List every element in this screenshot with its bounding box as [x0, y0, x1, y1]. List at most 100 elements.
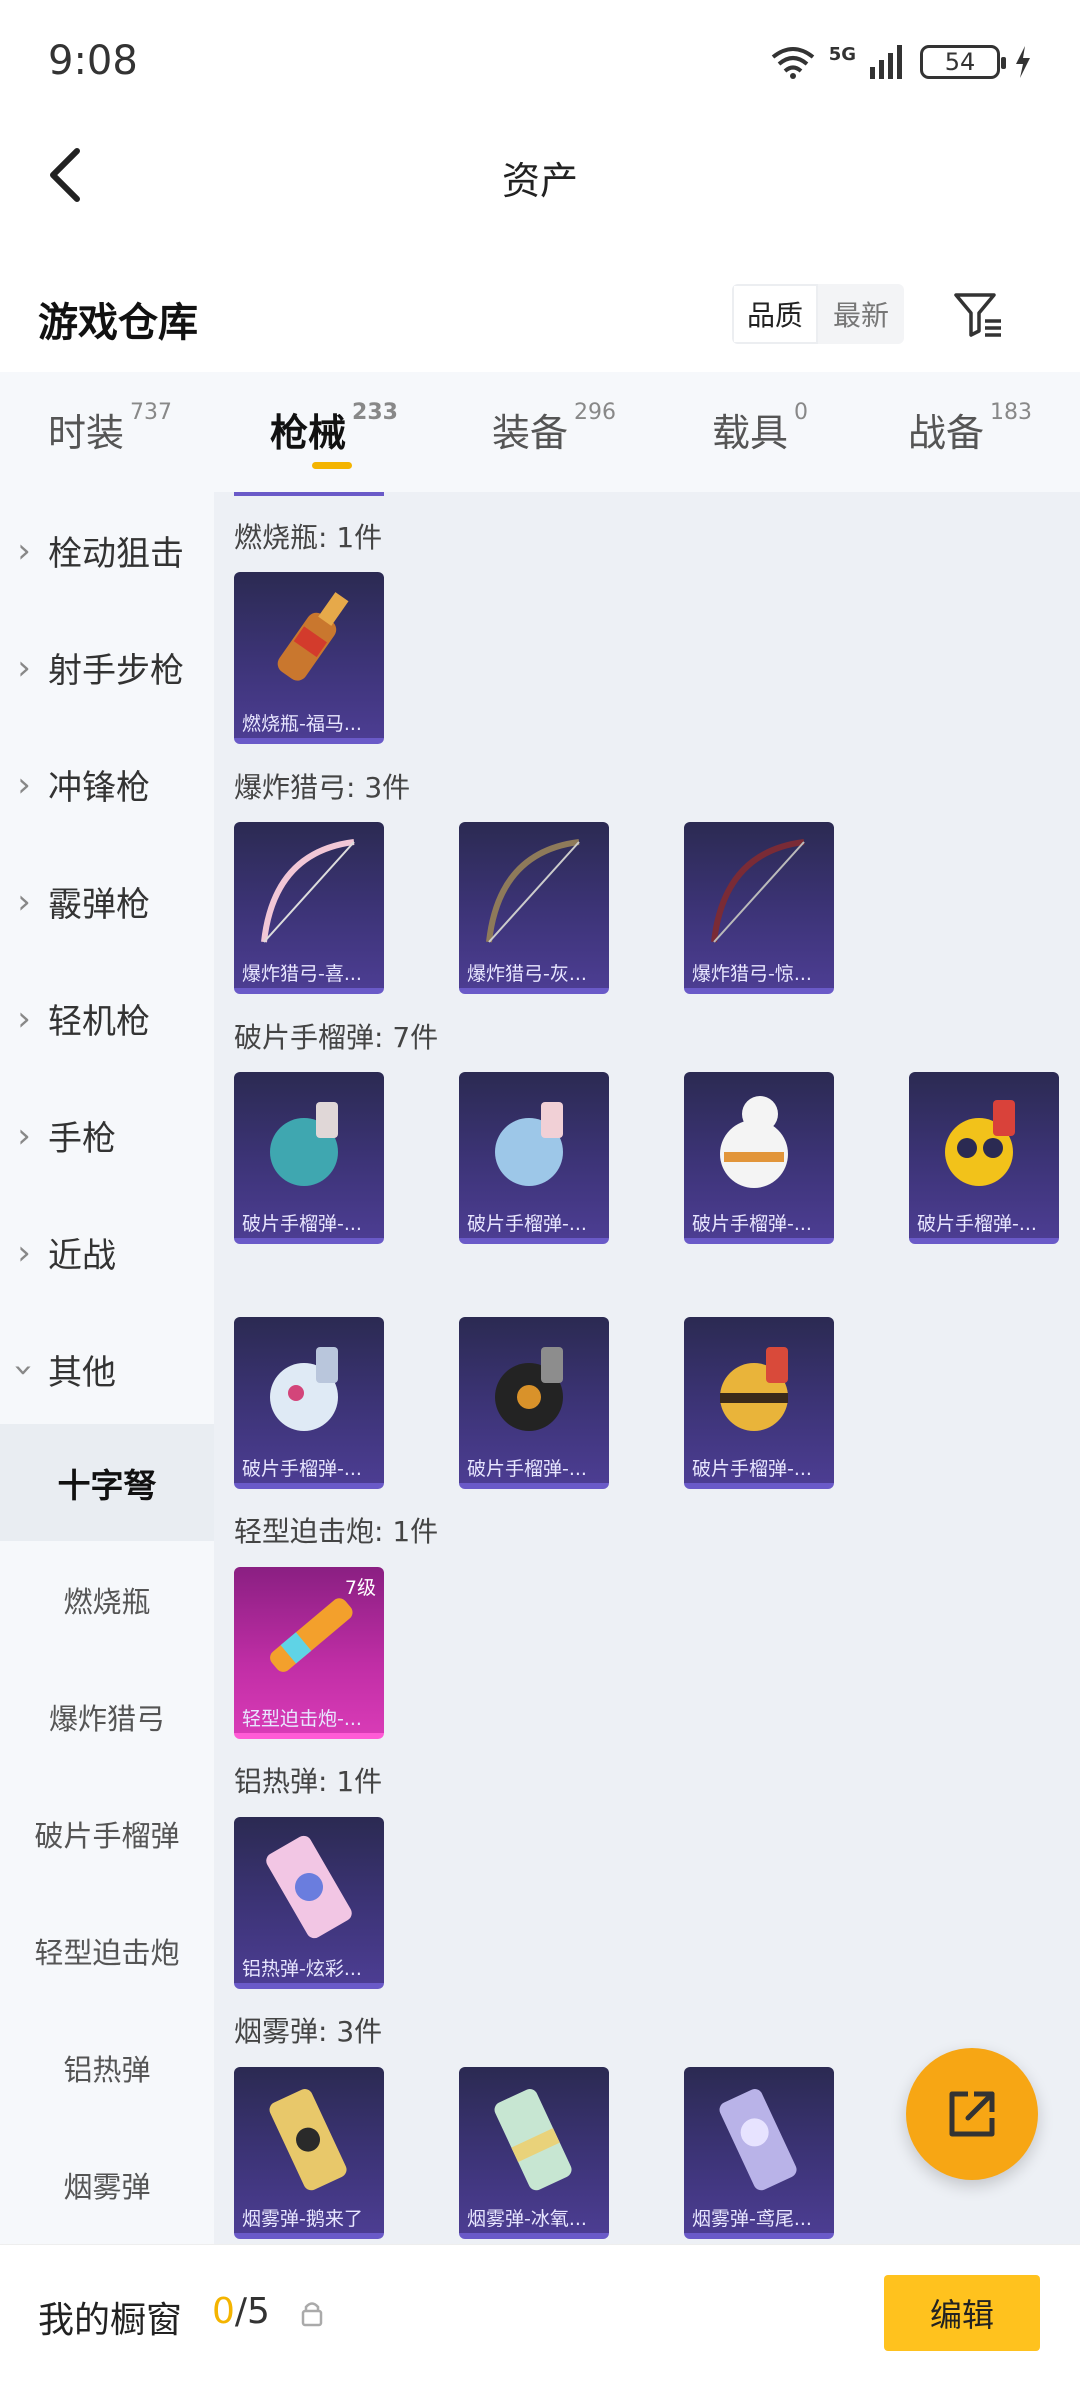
grenade-icon	[495, 1347, 563, 1431]
filter-icon	[954, 293, 1001, 337]
sidebar-sub-light-mortar[interactable]: 轻型迫击炮	[0, 1892, 214, 2009]
tab-supplies[interactable]: 战备 183	[908, 400, 1033, 457]
group-label: 燃烧瓶: 1件	[234, 521, 383, 554]
bow-icon	[711, 839, 805, 943]
item-card[interactable]: 破片手榴弹-...	[684, 1072, 834, 1244]
tab-guns[interactable]: 枪械 233	[270, 400, 398, 457]
bow-icon	[261, 839, 355, 943]
tab-fashion[interactable]: 时装 737	[48, 400, 172, 457]
tab-label: 载具	[712, 411, 789, 455]
smoke-grenade-icon	[719, 2089, 797, 2191]
item-card[interactable]: 破片手榴弹-...	[909, 1072, 1059, 1244]
chevron-right-icon: ›	[17, 647, 31, 688]
item-name: 破片手榴弹-...	[692, 1458, 812, 1480]
grenade-icon	[270, 1102, 338, 1186]
signal-icon	[870, 45, 902, 79]
sidebar-sub-thermite[interactable]: 铝热弹	[0, 2009, 214, 2126]
item-name: 烟雾弹-冰氧...	[467, 2208, 587, 2230]
share-button[interactable]	[906, 2048, 1038, 2180]
filter-button[interactable]	[948, 284, 1008, 344]
item-card[interactable]: 破片手榴弹-...	[684, 1317, 834, 1489]
item-card[interactable]: 爆炸猎弓-喜...	[234, 822, 384, 994]
card-edge	[234, 492, 384, 496]
item-name: 烟雾弹-鸢尾...	[692, 2208, 812, 2230]
item-name: 爆炸猎弓-惊...	[692, 963, 812, 985]
tab-label: 战备	[908, 411, 985, 455]
section-header: 游戏仓库 品质 最新	[0, 270, 1080, 362]
item-card[interactable]: 破片手榴弹-...	[459, 1317, 609, 1489]
item-card[interactable]: 烟雾弹-鸢尾...	[684, 2067, 834, 2239]
sidebar-sub-molotov[interactable]: 燃烧瓶	[0, 1541, 214, 1658]
chevron-right-icon: ›	[17, 764, 31, 805]
group-label: 破片手榴弹: 7件	[234, 1021, 439, 1054]
item-level: 7级	[344, 1577, 376, 1599]
group-label: 铝热弹: 1件	[234, 1765, 383, 1798]
item-name: 破片手榴弹-...	[467, 1458, 587, 1480]
item-card[interactable]: 7级 轻型迫击炮-...	[234, 1567, 384, 1739]
sort-toggle: 品质 最新	[732, 284, 904, 344]
sidebar-item-bolt-sniper[interactable]: › 栓动狙击	[0, 492, 214, 609]
item-name: 破片手榴弹-...	[917, 1213, 1037, 1235]
sidebar-item-label: 近战	[48, 1236, 116, 1276]
sidebar-sub-explosive-bow[interactable]: 爆炸猎弓	[0, 1658, 214, 1775]
item-name: 破片手榴弹-...	[242, 1213, 362, 1235]
sidebar-sub-frag-grenade[interactable]: 破片手榴弹	[0, 1775, 214, 1892]
item-card[interactable]: 烟雾弹-鹅来了	[234, 2067, 384, 2239]
item-card[interactable]: 烟雾弹-冰氧...	[459, 2067, 609, 2239]
tab-count: 183	[990, 400, 1033, 425]
molotov-icon	[277, 592, 349, 681]
tab-active-indicator	[312, 462, 352, 469]
item-card[interactable]: 铝热弹-炫彩...	[234, 1817, 384, 1989]
sidebar-item-pistol[interactable]: › 手枪	[0, 1077, 214, 1194]
item-card[interactable]: 燃烧瓶-福马...	[234, 572, 384, 744]
item-card[interactable]: 破片手榴弹-...	[234, 1072, 384, 1244]
sidebar-item-label: 射手步枪	[48, 651, 184, 691]
bow-icon	[486, 839, 580, 943]
chevron-right-icon: ›	[17, 530, 31, 571]
sidebar-item-label: 栓动狙击	[48, 534, 184, 574]
tab-label: 时装	[48, 411, 125, 455]
item-name: 破片手榴弹-...	[467, 1213, 587, 1235]
tab-label: 枪械	[270, 411, 347, 455]
sort-newest-button[interactable]: 最新	[818, 284, 904, 344]
group-label: 轻型迫击炮: 1件	[234, 1515, 439, 1548]
sidebar-item-shotgun[interactable]: › 霰弹枪	[0, 843, 214, 960]
sidebar-item-smg[interactable]: › 冲锋枪	[0, 726, 214, 843]
status-bar: 9:08 5G 54	[0, 0, 1080, 120]
sidebar-item-label: 冲锋枪	[48, 768, 150, 808]
sidebar-item-melee[interactable]: › 近战	[0, 1194, 214, 1311]
grenade-icon	[720, 1096, 788, 1188]
tab-vehicles[interactable]: 载具 0	[712, 400, 809, 457]
charging-icon	[1016, 46, 1030, 78]
item-card[interactable]: 爆炸猎弓-惊...	[684, 822, 834, 994]
sort-quality-button[interactable]: 品质	[732, 284, 818, 344]
chevron-down-icon: ›	[4, 1362, 44, 1377]
sidebar-item-lmg[interactable]: › 轻机枪	[0, 960, 214, 1077]
item-card[interactable]: 爆炸猎弓-灰...	[459, 822, 609, 994]
battery-level: 54	[944, 48, 976, 76]
item-name: 燃烧瓶-福马...	[242, 713, 362, 735]
item-name: 破片手榴弹-...	[692, 1213, 812, 1235]
sidebar-item-marksman-rifle[interactable]: › 射手步枪	[0, 609, 214, 726]
chevron-right-icon: ›	[17, 998, 31, 1039]
sidebar-item-label: 其他	[48, 1353, 116, 1393]
tab-label: 装备	[492, 411, 569, 455]
item-name: 破片手榴弹-...	[242, 1458, 362, 1480]
item-name: 铝热弹-炫彩...	[242, 1958, 362, 1980]
sidebar-sub-crossbow[interactable]: 十字弩	[0, 1424, 214, 1541]
tab-equipment[interactable]: 装备 296	[492, 400, 617, 457]
tab-count: 233	[352, 400, 398, 425]
item-card[interactable]: 破片手榴弹-...	[234, 1317, 384, 1489]
sidebar-sub-smoke[interactable]: 烟雾弹	[0, 2126, 214, 2243]
showcase-total: /5	[234, 2291, 270, 2332]
item-card[interactable]: 破片手榴弹-...	[459, 1072, 609, 1244]
wifi-icon	[771, 47, 814, 79]
sidebar-item-other[interactable]: › 其他	[0, 1311, 214, 1428]
edit-button[interactable]: 编辑	[884, 2275, 1040, 2351]
grenade-icon	[270, 1347, 338, 1431]
bottom-bar: 我的橱窗 0/5 编辑	[0, 2244, 1080, 2381]
chevron-right-icon: ›	[17, 1232, 31, 1273]
tab-count: 296	[574, 400, 617, 425]
battery-icon: 54	[920, 45, 1006, 79]
tab-count: 0	[794, 400, 809, 425]
